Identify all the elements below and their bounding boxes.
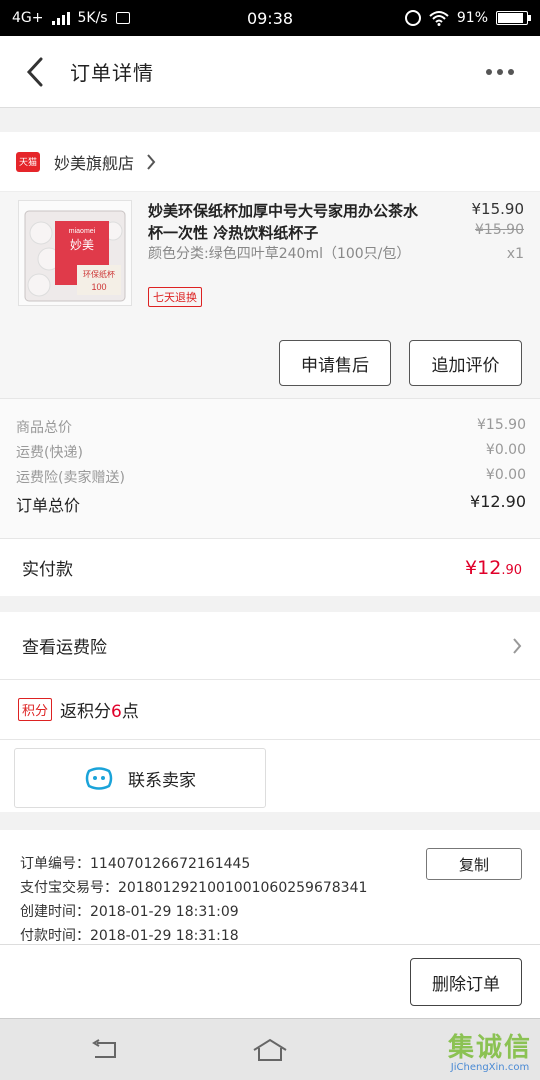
shipping-insurance-row[interactable]: 查看运费险 <box>0 612 540 680</box>
tmall-badge: 天猫 <box>16 151 40 172</box>
svg-text:环保纸杯: 环保纸杯 <box>83 269 115 279</box>
order-info: 订单编号：114070126672161445 支付宝交易号：201801292… <box>0 830 540 944</box>
message-icon <box>115 12 130 24</box>
product-quantity: x1 <box>506 246 524 262</box>
points-badge: 积分 <box>18 698 53 721</box>
return-policy-tag: 七天退换 <box>148 287 202 307</box>
page-title: 订单详情 <box>70 61 154 85</box>
return-icon <box>92 1039 116 1058</box>
chevron-right-icon <box>147 153 156 170</box>
network-type: 4G+ <box>12 10 44 26</box>
svg-text:miaomei: miaomei <box>69 228 96 235</box>
product-original-price: ¥15.90 <box>475 222 524 238</box>
chevron-left-icon <box>26 57 43 86</box>
actual-payment-row: 实付款 ¥12.90 <box>0 538 540 596</box>
network-speed: 5K/s <box>77 10 108 26</box>
product-item[interactable]: miaomei 妙美 环保纸杯 100 妙美环保纸杯加厚中号大号家用办公茶水杯一… <box>0 192 540 398</box>
shop-name: 妙美旗舰店 <box>54 153 135 173</box>
watermark: 集诚信 JiChengXin.com <box>448 1027 532 1073</box>
home-icon <box>253 1038 287 1061</box>
bottom-action-bar: 删除订单 <box>0 944 540 1018</box>
shop-row[interactable]: 天猫 妙美旗舰店 <box>0 132 540 192</box>
copy-button[interactable]: 复制 <box>426 848 522 880</box>
more-dots-icon <box>486 68 492 75</box>
shipping-insurance-label: 查看运费险 <box>22 638 107 658</box>
contact-section: 联系卖家 <box>0 740 540 812</box>
delete-order-button[interactable]: 删除订单 <box>410 958 522 1006</box>
wifi-icon <box>429 11 449 26</box>
more-button[interactable] <box>460 36 540 108</box>
status-bar: 4G+ 5K/s 09:38 91% <box>0 0 540 36</box>
back-button[interactable] <box>0 36 70 108</box>
battery-icon <box>496 11 531 25</box>
actual-payment-label: 实付款 <box>22 560 73 580</box>
summary-row-insurance: 运费险(卖家赠送) ¥0.00 <box>16 467 526 486</box>
summary-row-goods: 商品总价 ¥15.90 <box>16 417 526 436</box>
contact-seller-label: 联系卖家 <box>128 770 196 790</box>
actual-payment-amount: ¥12.90 <box>465 556 522 579</box>
svg-text:妙美: 妙美 <box>70 238 94 252</box>
watermark-text: 集诚信 <box>447 1033 532 1063</box>
chat-face-icon <box>85 767 113 790</box>
product-price: ¥15.90 <box>471 200 525 218</box>
points-row: 积分 返积分6点 <box>0 680 540 740</box>
battery-percent: 91% <box>456 10 488 26</box>
system-back-button[interactable] <box>84 1033 124 1067</box>
product-title[interactable]: 妙美环保纸杯加厚中号大号家用办公茶水杯一次性 冷热饮料纸杯子 <box>148 200 420 244</box>
alarm-icon <box>404 10 421 26</box>
summary-row-shipping: 运费(快递) ¥0.00 <box>16 442 526 461</box>
chevron-right-icon <box>513 637 522 654</box>
signal-icon <box>51 11 70 25</box>
add-review-button[interactable]: 追加评价 <box>409 340 522 386</box>
points-text: 返积分6点 <box>60 702 139 722</box>
svg-text:100: 100 <box>91 282 106 292</box>
contact-seller-button[interactable]: 联系卖家 <box>14 748 266 808</box>
created-time: 创建时间：2018-01-29 18:31:09 <box>20 904 239 920</box>
system-navigation-bar: 集诚信 JiChengXin.com <box>0 1018 540 1080</box>
after-sales-button[interactable]: 申请售后 <box>279 340 391 386</box>
price-summary: 商品总价 ¥15.90 运费(快递) ¥0.00 运费险(卖家赠送) ¥0.00… <box>0 398 540 538</box>
paper-cups-image: miaomei 妙美 环保纸杯 100 <box>19 201 131 305</box>
product-image[interactable]: miaomei 妙美 环保纸杯 100 <box>18 200 132 306</box>
product-spec: 颜色分类:绿色四叶草240ml（100只/包） <box>148 246 411 262</box>
system-home-button[interactable] <box>250 1033 290 1067</box>
summary-row-total: 订单总价 ¥12.90 <box>16 492 526 515</box>
nav-bar: 订单详情 <box>0 36 540 108</box>
